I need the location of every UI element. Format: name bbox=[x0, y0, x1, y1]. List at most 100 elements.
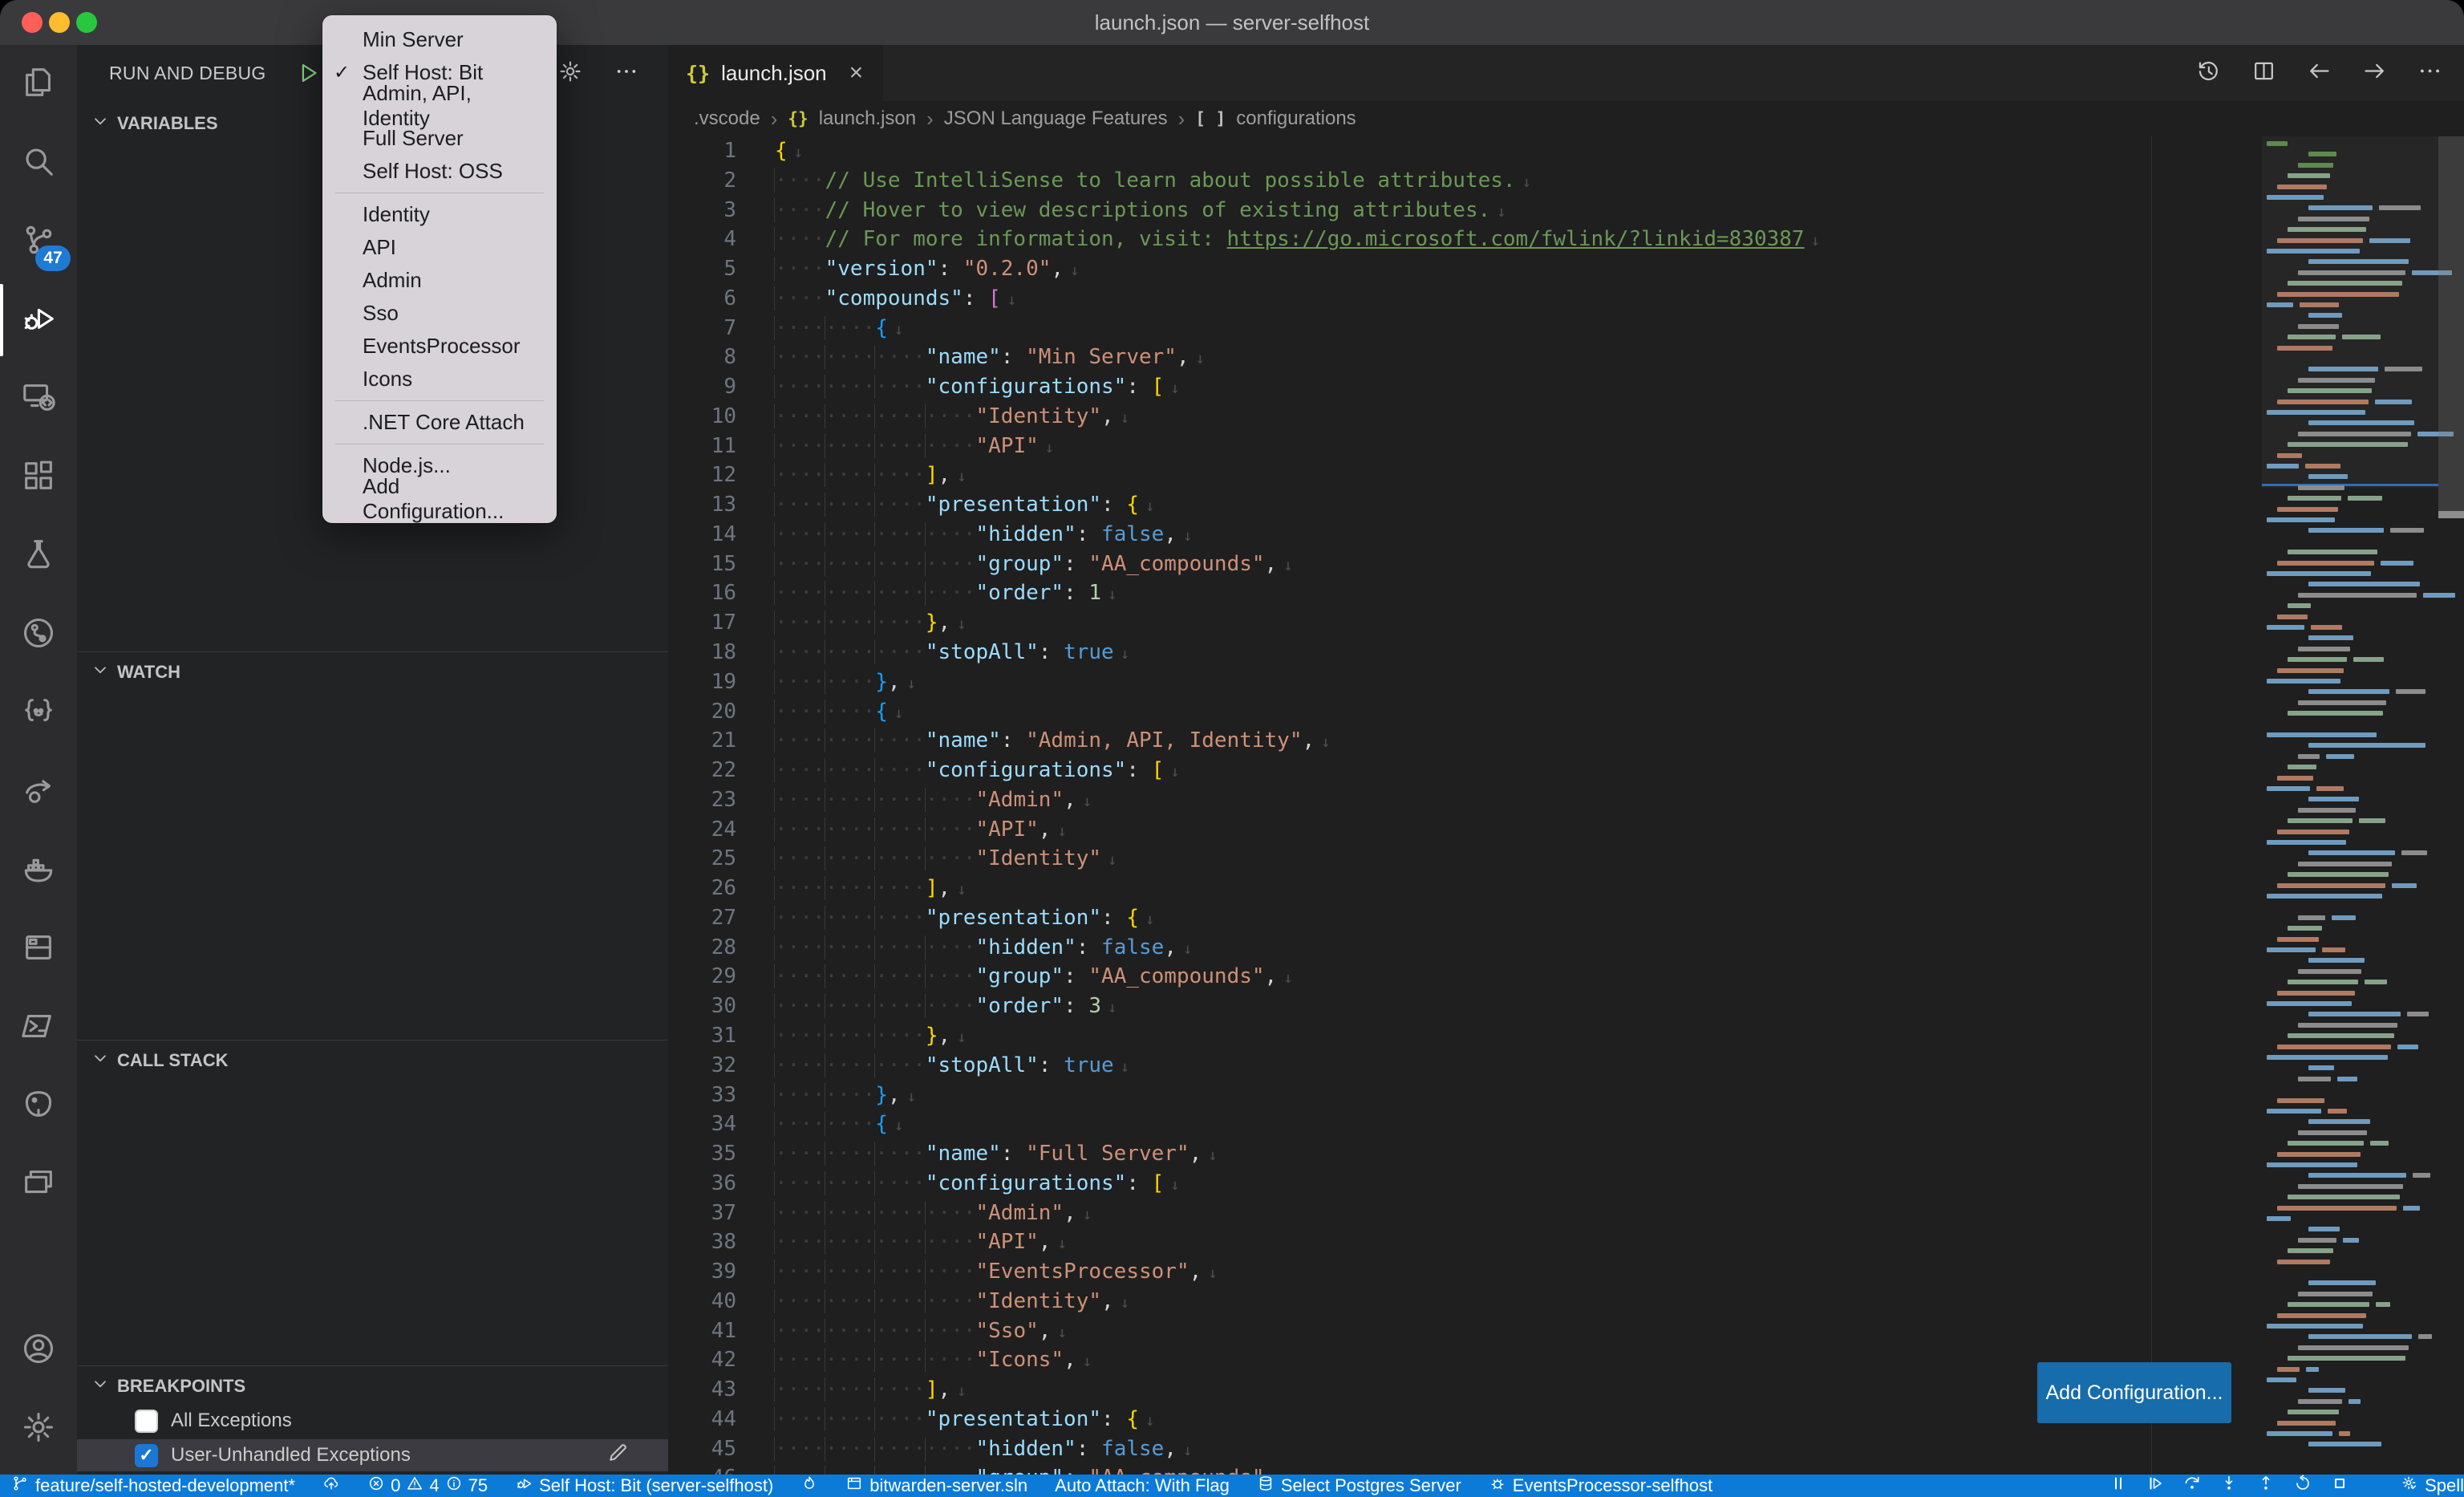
code-line-12[interactable]: 12············],↓ bbox=[668, 460, 2262, 490]
debug-settings-gear-icon[interactable] bbox=[557, 59, 583, 88]
breakpoint-row[interactable]: All Exceptions bbox=[77, 1405, 668, 1437]
menu-item-self-host-oss[interactable]: Self Host: OSS bbox=[322, 155, 557, 188]
code-line-18[interactable]: 18············"stopAll": true↓ bbox=[668, 638, 2262, 667]
section-header-breakpoints[interactable]: BREAKPOINTS bbox=[77, 1369, 668, 1404]
code-line-33[interactable]: 33········},↓ bbox=[668, 1081, 2262, 1110]
code-line-39[interactable]: 39················"EventsProcessor",↓ bbox=[668, 1257, 2262, 1287]
status-solution[interactable]: bitwarden-server.sln bbox=[845, 1475, 1027, 1497]
breadcrumb[interactable]: .vscode›{}launch.json›JSON Language Feat… bbox=[668, 101, 2464, 136]
code-line-36[interactable]: 36············"configurations": [↓ bbox=[668, 1169, 2262, 1199]
start-debugging-icon[interactable] bbox=[295, 59, 322, 91]
code-line-43[interactable]: 43············],↓ bbox=[668, 1375, 2262, 1405]
code-line-3[interactable]: 3····// Hover to view descriptions of ex… bbox=[668, 196, 2262, 225]
code-line-27[interactable]: 27············"presentation": {↓ bbox=[668, 903, 2262, 933]
code-line-14[interactable]: 14················"hidden": false,↓ bbox=[668, 520, 2262, 550]
code-line-21[interactable]: 21············"name": "Admin, API, Ident… bbox=[668, 726, 2262, 756]
activity-item-explorer[interactable] bbox=[0, 45, 77, 124]
status-flame[interactable] bbox=[800, 1475, 818, 1497]
code-line-11[interactable]: 11················"API"↓ bbox=[668, 432, 2262, 461]
breadcrumb-item[interactable]: configurations bbox=[1236, 108, 1356, 130]
step-out-icon[interactable] bbox=[2256, 1475, 2276, 1497]
code-line-41[interactable]: 41················"Sso",↓ bbox=[668, 1316, 2262, 1346]
code-line-42[interactable]: 42················"Icons",↓ bbox=[668, 1345, 2262, 1375]
menu-item-net-core-attach[interactable]: .NET Core Attach bbox=[322, 406, 557, 439]
code-line-45[interactable]: 45················"hidden": false,↓ bbox=[668, 1434, 2262, 1464]
menu-item-add-configuration[interactable]: Add Configuration... bbox=[322, 482, 557, 515]
sidebar-more-actions-icon[interactable] bbox=[614, 59, 639, 88]
menu-item-icons[interactable]: Icons bbox=[322, 363, 557, 396]
edit-pencil-icon[interactable] bbox=[606, 1441, 630, 1471]
code-line-13[interactable]: 13············"presentation": {↓ bbox=[668, 490, 2262, 520]
code-editor[interactable]: 1{↓2····// Use IntelliSense to learn abo… bbox=[668, 136, 2464, 1475]
status-auto-attach[interactable]: Auto Attach: With Flag bbox=[1055, 1475, 1230, 1496]
activity-item-gitlens[interactable] bbox=[0, 595, 77, 674]
code-line-10[interactable]: 10················"Identity",↓ bbox=[668, 402, 2262, 432]
code-line-19[interactable]: 19········},↓ bbox=[668, 667, 2262, 697]
code-line-17[interactable]: 17············},↓ bbox=[668, 608, 2262, 638]
activity-item-accounts[interactable] bbox=[0, 1311, 77, 1389]
code-line-4[interactable]: 4····// For more information, visit: htt… bbox=[668, 225, 2262, 254]
code-line-35[interactable]: 35············"name": "Full Server",↓ bbox=[668, 1139, 2262, 1169]
activity-item-powershell[interactable] bbox=[0, 988, 77, 1067]
breadcrumb-item[interactable]: .vscode bbox=[694, 108, 760, 130]
status-branch[interactable]: feature/self-hosted-development* bbox=[11, 1475, 295, 1497]
code-line-26[interactable]: 26············],↓ bbox=[668, 874, 2262, 903]
more-icon[interactable] bbox=[2417, 58, 2443, 88]
section-header-watch[interactable]: WATCH bbox=[77, 655, 668, 690]
breakpoint-row[interactable]: ✓User-Unhandled Exceptions bbox=[77, 1439, 668, 1471]
activity-item-search[interactable] bbox=[0, 124, 77, 202]
activity-item-source-control[interactable]: 47 bbox=[0, 202, 77, 281]
menu-item-eventsprocessor[interactable]: EventsProcessor bbox=[322, 330, 557, 363]
activity-item-postgresql[interactable] bbox=[0, 1067, 77, 1146]
code-line-46[interactable]: 46················"group": "AA_compounds… bbox=[668, 1463, 2262, 1475]
code-line-25[interactable]: 25················"Identity"↓ bbox=[668, 844, 2262, 874]
breadcrumb-item[interactable]: launch.json bbox=[819, 108, 916, 130]
status-problems[interactable]: 0475 bbox=[367, 1475, 488, 1497]
activity-item-window-layouts[interactable] bbox=[0, 1146, 77, 1224]
code-line-23[interactable]: 23················"Admin",↓ bbox=[668, 785, 2262, 815]
breadcrumb-item[interactable]: JSON Language Features bbox=[944, 108, 1168, 130]
breakpoint-checkbox[interactable] bbox=[135, 1410, 158, 1433]
menu-item-min-server[interactable]: Min Server bbox=[322, 23, 557, 56]
status-publish-changes[interactable] bbox=[322, 1475, 340, 1497]
activity-item-remote-explorer[interactable] bbox=[0, 359, 77, 438]
code-line-20[interactable]: 20········{↓ bbox=[668, 697, 2262, 727]
breakpoint-checkbox[interactable]: ✓ bbox=[135, 1444, 158, 1467]
code-line-38[interactable]: 38················"API",↓ bbox=[668, 1227, 2262, 1257]
pause-icon[interactable] bbox=[2109, 1475, 2128, 1497]
split-editor-icon[interactable] bbox=[2251, 58, 2277, 88]
restart-icon[interactable] bbox=[2293, 1475, 2312, 1497]
menu-item-sso[interactable]: Sso bbox=[322, 297, 557, 330]
arrow-right-icon[interactable] bbox=[2361, 58, 2388, 88]
menu-item-identity[interactable]: Identity bbox=[322, 198, 557, 231]
stop-icon[interactable] bbox=[2330, 1475, 2349, 1497]
code-line-44[interactable]: 44············"presentation": {↓ bbox=[668, 1405, 2262, 1434]
history-icon[interactable] bbox=[2195, 58, 2222, 88]
code-line-5[interactable]: 5····"version": "0.2.0",↓ bbox=[668, 254, 2262, 284]
code-line-7[interactable]: 7········{↓ bbox=[668, 314, 2262, 343]
tab-launch-json[interactable]: {} launch.json × bbox=[668, 45, 883, 101]
code-line-31[interactable]: 31············},↓ bbox=[668, 1021, 2262, 1051]
activity-item-docker[interactable] bbox=[0, 831, 77, 910]
code-line-28[interactable]: 28················"hidden": false,↓ bbox=[668, 933, 2262, 963]
menu-item-api[interactable]: API bbox=[322, 231, 557, 264]
editor-scrollbar[interactable] bbox=[2438, 136, 2464, 511]
code-line-8[interactable]: 8············"name": "Min Server",↓ bbox=[668, 343, 2262, 372]
step-into-icon[interactable] bbox=[2219, 1475, 2239, 1497]
activity-item-database-project[interactable] bbox=[0, 910, 77, 988]
close-tab-icon[interactable]: × bbox=[849, 59, 864, 87]
code-line-15[interactable]: 15················"group": "AA_compounds… bbox=[668, 550, 2262, 579]
activity-item-thunder-client[interactable] bbox=[0, 674, 77, 753]
activity-item-testing[interactable] bbox=[0, 517, 77, 595]
code-line-32[interactable]: 32············"stopAll": true↓ bbox=[668, 1051, 2262, 1081]
activity-item-settings[interactable] bbox=[0, 1389, 77, 1468]
status-debug-configuration[interactable]: Self Host: Bit (server-selfhost) bbox=[515, 1475, 773, 1497]
menu-item-admin-api-identity[interactable]: Admin, API, Identity bbox=[322, 89, 557, 122]
continue-icon[interactable] bbox=[2146, 1475, 2165, 1497]
menu-item-admin[interactable]: Admin bbox=[322, 264, 557, 297]
code-line-6[interactable]: 6····"compounds": [↓ bbox=[668, 284, 2262, 314]
code-line-34[interactable]: 34········{↓ bbox=[668, 1110, 2262, 1139]
arrow-left-icon[interactable] bbox=[2306, 58, 2332, 88]
code-line-9[interactable]: 9············"configurations": [↓ bbox=[668, 372, 2262, 402]
activity-item-live-share[interactable] bbox=[0, 753, 77, 831]
